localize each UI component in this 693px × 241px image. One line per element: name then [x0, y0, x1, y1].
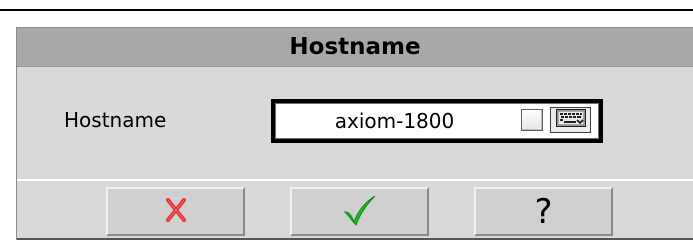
bottom-divider [17, 238, 693, 240]
help-button[interactable]: ? [474, 187, 613, 236]
cross-icon [165, 197, 187, 227]
checkmark-icon [343, 194, 377, 230]
hostname-field-frame [271, 99, 603, 143]
hostname-dialog: Hostname Hostname axiom-1800 ? [16, 27, 693, 240]
button-bar: ? [17, 181, 693, 240]
field-checkbox[interactable] [521, 109, 543, 131]
hostname-field [275, 103, 599, 139]
keyboard-icon [555, 109, 586, 131]
hostname-row: Hostname [17, 99, 693, 143]
keyboard-button[interactable] [550, 107, 591, 133]
dialog-title: Hostname [17, 27, 693, 67]
top-divider [0, 9, 693, 11]
hostname-input[interactable] [276, 104, 513, 138]
hostname-label: Hostname [64, 108, 167, 132]
cancel-button[interactable] [106, 187, 245, 236]
help-label: ? [534, 191, 553, 232]
ok-button[interactable] [290, 187, 429, 236]
